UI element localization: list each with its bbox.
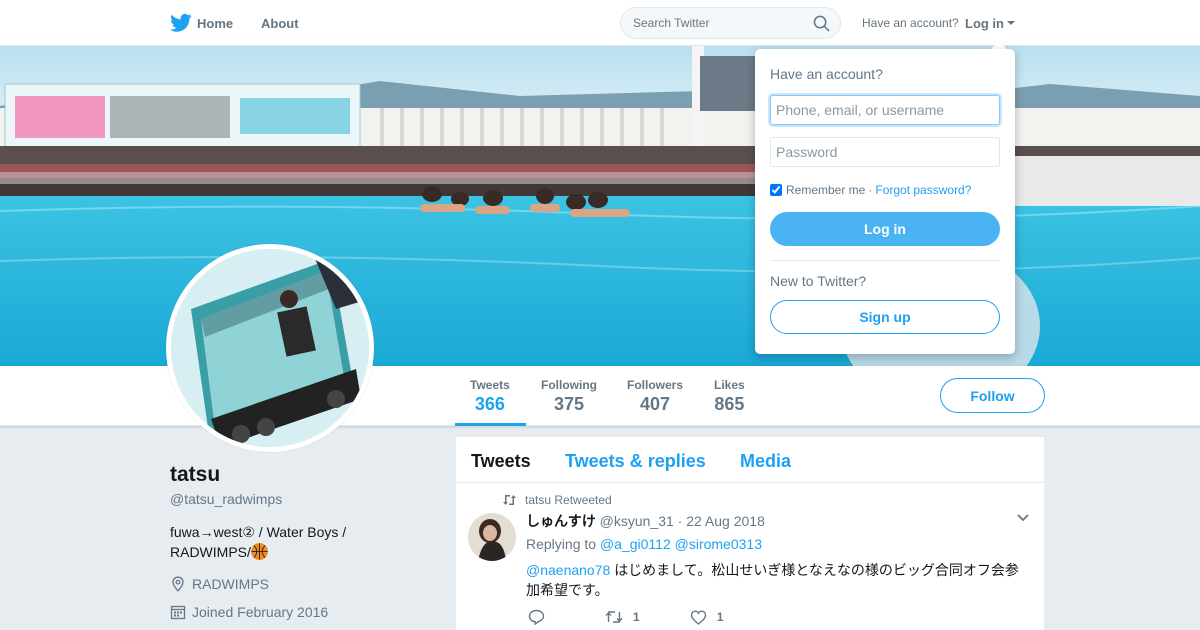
login-dropdown: Have an account? Remember me · Forgot pa… bbox=[755, 49, 1015, 354]
stat-label: Following bbox=[541, 378, 597, 392]
like-count: 1 bbox=[716, 610, 724, 624]
forgot-password-link[interactable]: Forgot password? bbox=[875, 183, 971, 197]
signup-button[interactable]: Sign up bbox=[770, 300, 1000, 334]
remember-me-label[interactable]: Remember me bbox=[786, 183, 865, 197]
active-stat-indicator bbox=[455, 423, 526, 426]
tweet-author-name[interactable]: しゅんすけ bbox=[526, 513, 596, 529]
tweet-header: しゅんすけ @ksyun_31 · 22 Aug 2018 bbox=[526, 511, 765, 531]
location-pin-icon bbox=[172, 576, 184, 592]
login-link-label: Log in bbox=[965, 15, 1004, 31]
heart-icon bbox=[690, 609, 706, 625]
replying-to: Replying to @a_gi0112 @sirome0313 bbox=[526, 536, 762, 552]
follow-button[interactable]: Follow bbox=[940, 378, 1045, 413]
search-input[interactable] bbox=[633, 16, 803, 30]
tweet-item[interactable]: tatsu Retweeted しゅんすけ @ksyun_31 · 22 Aug… bbox=[456, 483, 1044, 630]
stat-label: Tweets bbox=[470, 378, 510, 392]
retweet-icon bbox=[503, 495, 516, 505]
retweet-action-icon bbox=[605, 611, 623, 623]
top-navigation: Home About Have an account? Log in bbox=[0, 0, 1200, 46]
profile-location: RADWIMPS bbox=[192, 576, 269, 592]
reply-mention-link[interactable]: @sirome0313 bbox=[675, 536, 762, 552]
login-button[interactable]: Log in bbox=[770, 212, 1000, 246]
stat-value: 865 bbox=[714, 394, 745, 414]
password-input[interactable] bbox=[770, 137, 1000, 167]
stat-value: 407 bbox=[639, 394, 671, 414]
stat-value: 366 bbox=[474, 394, 505, 414]
nav-home-link[interactable]: Home bbox=[197, 0, 233, 46]
retweet-action[interactable]: 1 bbox=[605, 609, 640, 625]
tweet-author-username[interactable]: @ksyun_31 bbox=[600, 513, 674, 529]
tweet-date[interactable]: 22 Aug 2018 bbox=[686, 513, 765, 529]
calendar-icon bbox=[170, 605, 186, 620]
retweet-count: 1 bbox=[633, 610, 640, 624]
timeline-tabs: Tweets Tweets & replies Media bbox=[456, 437, 1044, 483]
retweeted-by[interactable]: tatsu Retweeted bbox=[525, 493, 612, 507]
timeline: Tweets Tweets & replies Media tatsu Retw… bbox=[456, 437, 1044, 630]
basketball-emoji-icon bbox=[250, 543, 268, 560]
stat-label: Followers bbox=[627, 378, 684, 392]
caret-down-icon bbox=[1007, 21, 1015, 25]
search-icon[interactable] bbox=[813, 15, 830, 32]
profile-location-row: RADWIMPS bbox=[170, 576, 269, 592]
tab-tweets[interactable]: Tweets bbox=[471, 451, 531, 472]
replying-to-label: Replying to bbox=[526, 536, 597, 552]
reply-icon bbox=[528, 609, 545, 625]
like-action[interactable]: 1 bbox=[690, 609, 724, 625]
username-input[interactable] bbox=[770, 95, 1000, 125]
remember-me-checkbox[interactable] bbox=[770, 184, 782, 196]
reply-action[interactable] bbox=[528, 609, 555, 625]
nav-about-link[interactable]: About bbox=[261, 0, 299, 46]
tweet-header-separator: · bbox=[677, 513, 683, 529]
profile-joined-date: Joined February 2016 bbox=[192, 604, 329, 620]
profile-name[interactable]: tatsu bbox=[170, 463, 220, 487]
tab-media[interactable]: Media bbox=[740, 451, 791, 472]
stat-following[interactable]: Following 375 bbox=[541, 378, 597, 415]
have-account-text: Have an account? bbox=[862, 16, 959, 30]
profile-handle[interactable]: @tatsu_radwimps bbox=[170, 491, 282, 507]
reply-mention-link[interactable]: @a_gi0112 bbox=[600, 536, 671, 552]
twitter-bird-icon[interactable] bbox=[170, 13, 192, 33]
login-dropdown-heading: Have an account? bbox=[770, 66, 883, 82]
login-dropdown-toggle[interactable]: Log in bbox=[965, 0, 1015, 46]
profile-bio: fuwa→west② / Water Boys / RADWIMPS/ bbox=[170, 522, 370, 562]
stat-label: Likes bbox=[714, 378, 745, 392]
retweet-context: tatsu Retweeted bbox=[502, 493, 612, 507]
tweet-text: @naenano78 はじめまして。松山せいぎ様となえなの様のビッグ合同オフ会参… bbox=[526, 560, 1026, 600]
tweet-author-avatar[interactable] bbox=[468, 513, 516, 561]
remember-me-row: Remember me · Forgot password? bbox=[770, 183, 971, 197]
search-box bbox=[620, 7, 841, 39]
chevron-down-icon[interactable] bbox=[1016, 513, 1030, 523]
stat-likes[interactable]: Likes 865 bbox=[714, 378, 745, 415]
stat-tweets[interactable]: Tweets 366 bbox=[470, 378, 510, 415]
profile-avatar[interactable] bbox=[166, 244, 374, 452]
stat-followers[interactable]: Followers 407 bbox=[627, 378, 683, 415]
stat-value: 375 bbox=[553, 394, 585, 414]
new-to-twitter-heading: New to Twitter? bbox=[770, 273, 867, 289]
tweet-text-mention[interactable]: @naenano78 bbox=[526, 562, 610, 578]
avatar-image bbox=[171, 249, 369, 447]
tweet-actions: 1 1 bbox=[528, 609, 773, 625]
remember-separator: · bbox=[868, 183, 873, 197]
profile-joined-row: Joined February 2016 bbox=[170, 604, 328, 620]
dropdown-divider bbox=[770, 260, 1000, 261]
tab-tweets-and-replies[interactable]: Tweets & replies bbox=[565, 451, 706, 472]
tweet-author-avatar-image bbox=[468, 513, 516, 561]
